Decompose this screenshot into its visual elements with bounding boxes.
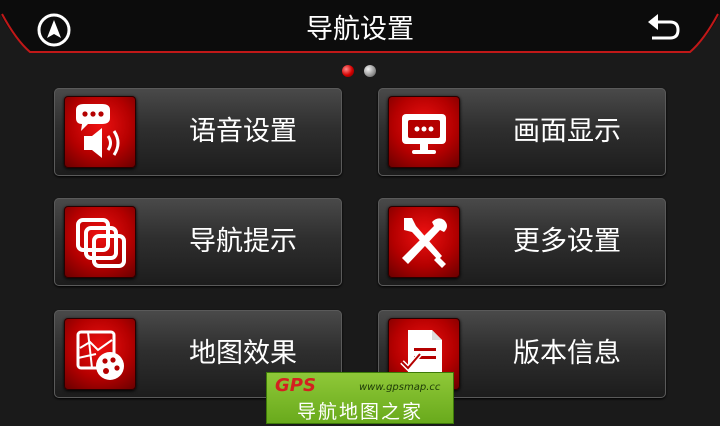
layers-icon	[76, 218, 126, 268]
display-icon-box	[388, 96, 460, 168]
menu-label: 导航提示	[189, 226, 297, 257]
page-title: 导航设置	[306, 14, 414, 45]
page-dot-inactive[interactable]	[364, 65, 376, 77]
watermark-text: 导航地图之家	[296, 401, 423, 423]
page-dot-active[interactable]	[342, 65, 354, 77]
tools-icon	[402, 218, 447, 268]
header-bar: 导航设置	[0, 0, 720, 60]
watermark-url: www.gpsmap.cc	[359, 382, 441, 393]
watermark-logo: GPS	[275, 375, 316, 396]
menu-label: 更多设置	[513, 226, 621, 257]
prompt-icon-box	[64, 206, 136, 278]
more-icon-box	[388, 206, 460, 278]
menu-more-settings[interactable]: 更多设置	[378, 198, 666, 286]
menu-voice-settings[interactable]: 语音设置	[54, 88, 342, 176]
monitor-icon	[402, 114, 446, 154]
back-arrow-icon	[648, 14, 680, 40]
menu-label: 语音设置	[189, 116, 297, 147]
back-button[interactable]	[644, 10, 684, 46]
watermark-banner: GPS www.gpsmap.cc 导航地图之家	[266, 372, 454, 424]
menu-display-settings[interactable]: 画面显示	[378, 88, 666, 176]
page-indicator	[340, 64, 382, 78]
voice-icon-box	[64, 96, 136, 168]
map-palette-icon	[76, 330, 124, 380]
voice-speaker-icon	[76, 104, 120, 158]
menu-label: 画面显示	[513, 116, 621, 147]
menu-navigation-prompt[interactable]: 导航提示	[54, 198, 342, 286]
map-effect-icon-box	[64, 318, 136, 390]
menu-label: 版本信息	[513, 338, 621, 369]
